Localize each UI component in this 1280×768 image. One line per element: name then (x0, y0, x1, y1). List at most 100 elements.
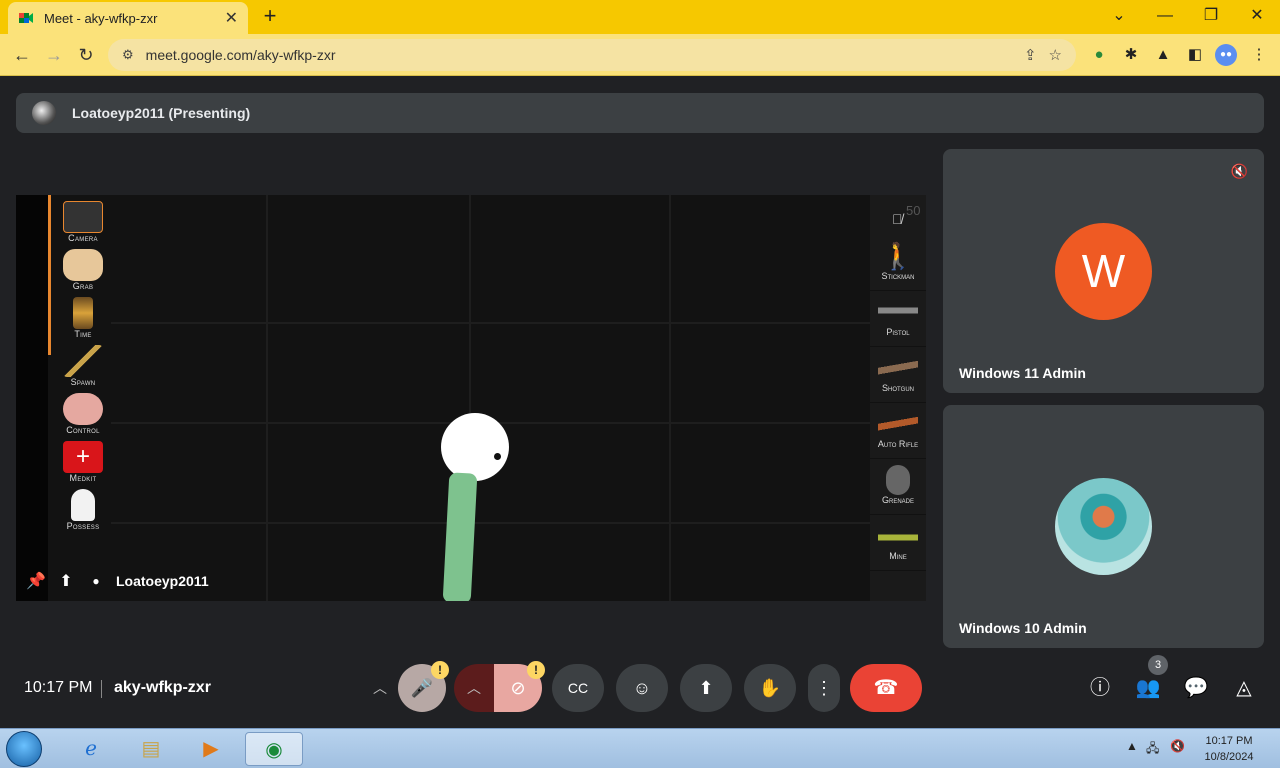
tool-label: Stickman (881, 271, 915, 281)
tool-mine[interactable]: Mine (870, 515, 926, 571)
labs-flask-icon[interactable]: ▲ (1152, 44, 1174, 66)
meet-favicon-icon (19, 13, 33, 23)
participant-tile-windows10[interactable]: Windows 10 Admin (943, 405, 1264, 648)
maximize-button[interactable]: ❐ (1196, 4, 1226, 28)
brain-icon (63, 393, 103, 425)
presentation-tile[interactable]: Camera Grab Time Spawn Control + Medkit (16, 195, 926, 601)
emoji-reaction-button[interactable]: ☺ (616, 664, 668, 712)
medkit-icon: + (63, 441, 103, 473)
tool-auto-rifle[interactable]: Auto Rifle (870, 403, 926, 459)
stickman-body[interactable] (442, 472, 478, 601)
tool-possess[interactable]: Possess (56, 489, 110, 531)
forward-arrow-icon[interactable]: → (42, 43, 66, 67)
raise-hand-button[interactable]: ✋ (744, 664, 796, 712)
tool-label: Grenade (881, 495, 914, 505)
side-panel-icon[interactable]: ◧ (1184, 44, 1206, 66)
audio-options-chevron-icon[interactable]: ︿ (360, 664, 400, 712)
network-icon[interactable]: 🖧 (1146, 739, 1159, 760)
clock-date: 10/8/2024 (1204, 751, 1254, 763)
participant-name: Windows 10 Admin (959, 620, 1087, 636)
pin-icon[interactable]: 📌 (26, 571, 46, 591)
start-button[interactable] (6, 731, 42, 767)
new-tab-button[interactable]: + (258, 4, 282, 28)
participant-tile-windows11[interactable]: 🔇 W Windows 11 Admin (943, 149, 1264, 393)
tool-camera[interactable]: Camera (56, 201, 110, 243)
extension-globe-icon[interactable]: ● (1088, 44, 1110, 66)
grid-line (669, 195, 671, 601)
tool-grab[interactable]: Grab (56, 249, 110, 291)
chat-icon[interactable]: 💬 (1183, 675, 1209, 701)
tool-medkit[interactable]: + Medkit (56, 441, 110, 483)
chrome-taskbar-icon[interactable]: ◉ (245, 732, 303, 766)
participant-avatar (1055, 478, 1152, 575)
close-tab-icon[interactable]: ✕ (225, 8, 238, 28)
present-now-button[interactable]: ⬆ (680, 664, 732, 712)
tool-label: Camera (68, 233, 98, 243)
tool-label: Auto Rifle (877, 439, 919, 449)
tab-title: Meet - aky-wfkp-zxr (44, 10, 158, 26)
tool-time[interactable]: Time (56, 297, 110, 339)
tool-control[interactable]: Control (56, 393, 110, 435)
show-hidden-icons[interactable]: ▲ (1126, 739, 1138, 753)
presenter-tile-footer: 📌 ⬆ ● Loatoeyp2011 (26, 571, 209, 591)
grenade-icon (886, 465, 910, 495)
meeting-code: aky-wfkp-zxr (114, 679, 211, 696)
system-clock[interactable]: 10:17 PM 10/8/2024 (1196, 733, 1262, 765)
stickman-icon: 🚶 (881, 241, 915, 271)
pistol-icon (878, 297, 918, 327)
left-toolbar: Camera Grab Time Spawn Control + Medkit (56, 201, 110, 537)
browser-tab-meet[interactable]: Meet - aky-wfkp-zxr ✕ (8, 2, 248, 34)
volume-muted-icon[interactable]: 🔇 (1170, 739, 1185, 753)
extensions-puzzle-icon[interactable]: ✱ (1120, 44, 1142, 66)
tab-search-icon[interactable]: ⌄ (1104, 4, 1134, 28)
tool-pistol[interactable]: Pistol (870, 291, 926, 347)
wand-icon (63, 345, 103, 377)
tool-label: Pistol (886, 327, 910, 337)
site-info-icon[interactable]: ⚙ (122, 47, 134, 63)
captions-button[interactable]: CC (552, 664, 604, 712)
rifle-icon (878, 409, 918, 439)
address-bar[interactable]: ⚙ meet.google.com/aky-wfkp-zxr ⇪ ☆ (108, 39, 1076, 71)
tool-label: Spawn (70, 377, 96, 387)
bookmark-star-icon[interactable]: ☆ (1049, 46, 1062, 64)
tool-spawn[interactable]: Spawn (56, 345, 110, 387)
video-options-chevron-icon[interactable]: ︿ (454, 664, 494, 712)
divider (101, 680, 102, 698)
tool-label: Possess (66, 521, 100, 531)
tool-shotgun[interactable]: Shotgun (870, 347, 926, 403)
meeting-info-icon[interactable]: ⓘ (1087, 675, 1113, 701)
more-options-button[interactable]: ⋮ (808, 664, 840, 712)
hand-icon (63, 249, 103, 281)
ghost-icon (71, 489, 95, 521)
stickman-head[interactable] (441, 413, 509, 481)
minimize-button[interactable]: — (1150, 4, 1180, 28)
stickman-eye (494, 453, 501, 460)
reload-icon[interactable]: ↻ (74, 43, 98, 67)
tool-grenade[interactable]: Grenade (870, 459, 926, 515)
tool-stickman[interactable]: 🚶 Stickman (870, 235, 926, 291)
close-window-button[interactable]: ✕ (1242, 4, 1272, 28)
profile-avatar[interactable]: ●● (1215, 44, 1237, 66)
mic-warning-icon: ! (431, 661, 449, 679)
participant-name: Windows 11 Admin (959, 365, 1086, 381)
back-arrow-icon[interactable]: ← (10, 43, 34, 67)
status-dot-icon: ● (92, 574, 100, 588)
grid-line (266, 195, 268, 601)
tool-label: Time (74, 329, 92, 339)
activities-icon[interactable]: ◬ (1231, 675, 1257, 701)
people-icon[interactable]: 👥 (1135, 675, 1161, 701)
muted-mic-icon: 🎙̸ (892, 211, 903, 227)
tool-label: Grab (72, 281, 94, 291)
hourglass-icon (73, 297, 93, 329)
share-icon[interactable]: ⇪ (1024, 46, 1037, 64)
menu-kebab-icon[interactable]: ⋮ (1248, 44, 1270, 66)
file-explorer-icon[interactable]: ▤ (122, 732, 180, 766)
shotgun-icon (878, 353, 918, 383)
leave-call-button[interactable]: ☎ (850, 664, 922, 712)
media-player-icon[interactable]: ▶ (182, 732, 240, 766)
present-screen-icon[interactable]: ⬆ (56, 571, 76, 591)
windows-taskbar: ℯ ▤ ▶ ◉ ▲ 🖧 🔇 10:17 PM 10/8/2024 (0, 728, 1280, 768)
browser-toolbar: ← → ↻ ⚙ meet.google.com/aky-wfkp-zxr ⇪ ☆… (0, 34, 1280, 76)
internet-explorer-icon[interactable]: ℯ (62, 732, 120, 766)
url-text[interactable]: meet.google.com/aky-wfkp-zxr (146, 47, 1012, 63)
